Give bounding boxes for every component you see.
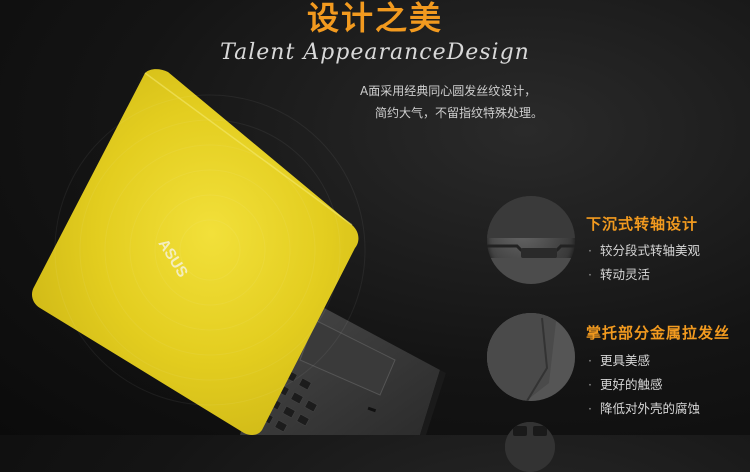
feature-title-hinge: 下沉式转轴设计 — [586, 215, 699, 233]
feature-item: · 更好的触感 — [588, 374, 663, 393]
bullet-icon: · — [588, 401, 592, 416]
palmrest-detail-image — [487, 313, 575, 401]
bullet-icon: · — [588, 377, 592, 392]
hinge-icon — [487, 196, 575, 284]
feature-item: · 较分段式转轴美观 — [588, 240, 700, 259]
palmrest-icon — [487, 313, 575, 401]
feature-item-text: 较分段式转轴美观 — [599, 243, 700, 258]
keyboard-icon — [505, 422, 555, 472]
feature-item: · 转动灵活 — [588, 264, 650, 283]
bullet-icon: · — [588, 243, 592, 258]
feature-item: · 降低对外壳的腐蚀 — [588, 398, 700, 417]
bullet-icon: · — [588, 267, 592, 282]
feature-item-text: 更好的触感 — [599, 377, 663, 392]
keyboard-detail-image — [505, 422, 555, 472]
bullet-icon: · — [588, 353, 592, 368]
feature-item-text: 降低对外壳的腐蚀 — [599, 401, 700, 416]
feature-item-text: 更具美感 — [599, 353, 650, 368]
feature-item-text: 转动灵活 — [599, 267, 650, 282]
feature-title-palmrest: 掌托部分金属拉发丝 — [586, 324, 731, 342]
feature-item: · 更具美感 — [588, 350, 650, 369]
hinge-detail-image — [487, 196, 575, 284]
